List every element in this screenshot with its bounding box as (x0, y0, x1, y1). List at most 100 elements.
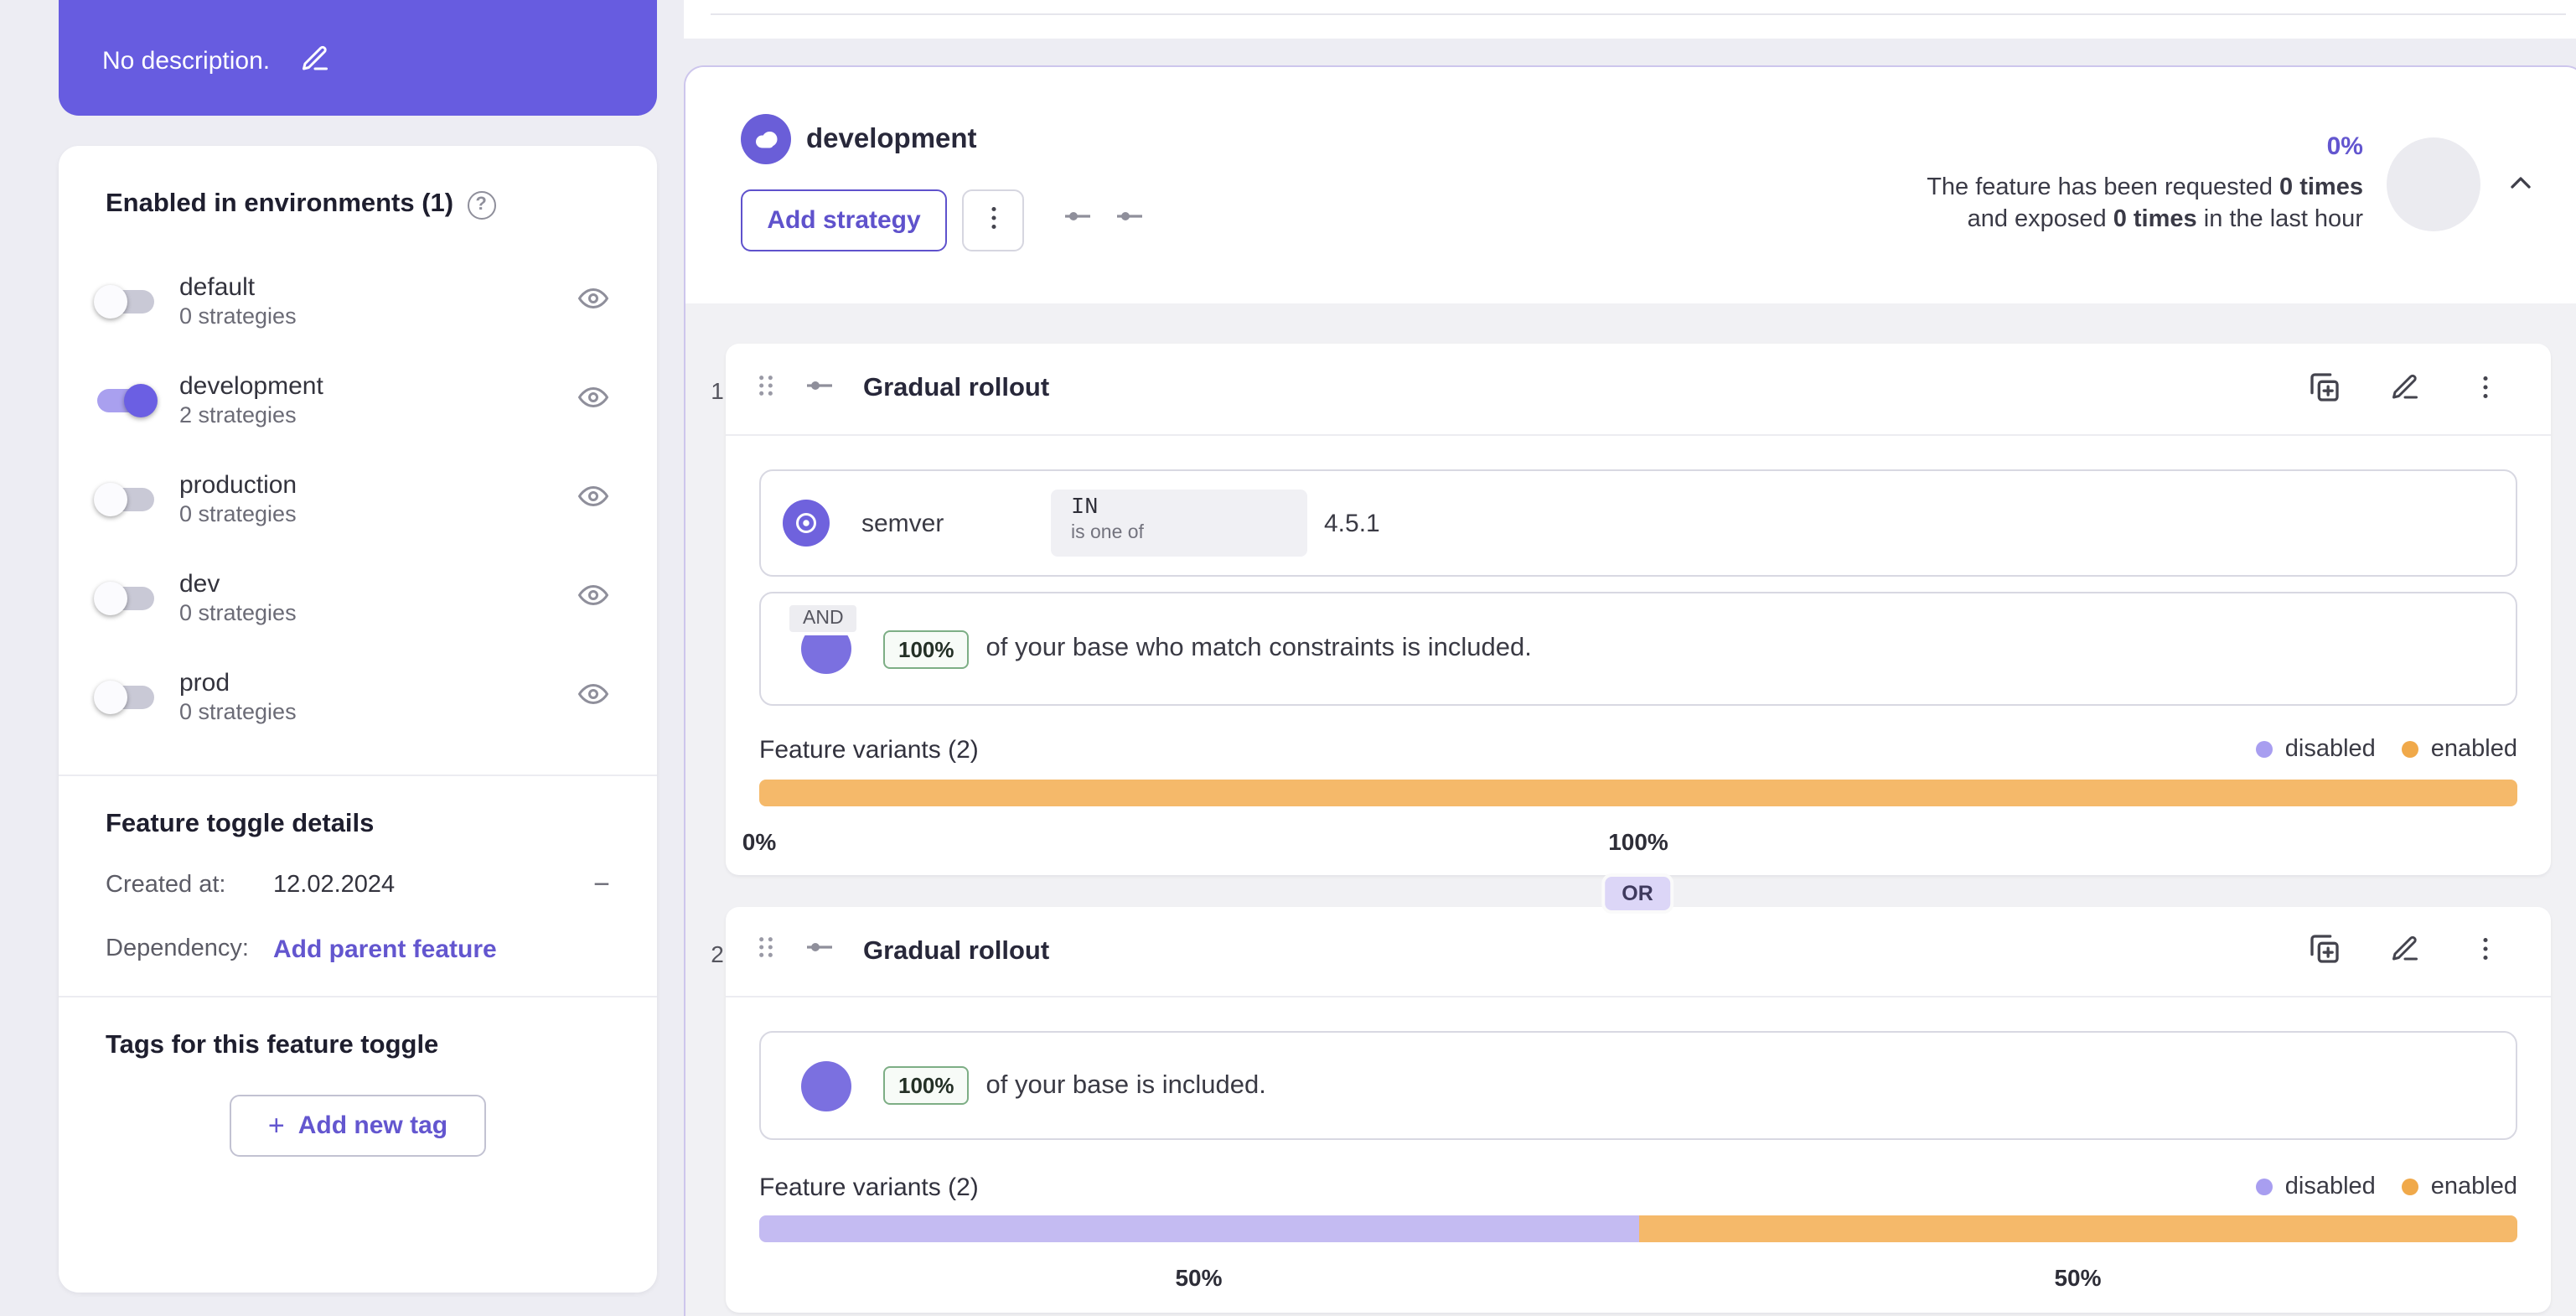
rollout-row: 100% of your base who match constraints … (759, 592, 2517, 706)
environment-header: development Add strategy 0% The feature … (685, 67, 2576, 303)
strategy-title: Gradual rollout (863, 936, 1050, 965)
pencil-icon (2390, 934, 2420, 969)
eye-icon (577, 679, 609, 714)
drag-handle-icon[interactable] (753, 370, 779, 408)
previous-section-bottom (684, 0, 2576, 39)
environment-toggle[interactable] (97, 383, 158, 417)
legend-dot (2256, 1179, 2273, 1195)
environment-toggle[interactable] (94, 482, 154, 516)
edit-strategy-button[interactable] (2377, 360, 2434, 417)
legend-dot (2256, 741, 2273, 758)
tags-title: Tags for this feature toggle (106, 1031, 439, 1060)
environment-name: dev (179, 570, 220, 598)
constraint-operator: IN is one of (1051, 490, 1307, 557)
gradual-rollout-icon (803, 368, 836, 410)
dependency-label: Dependency: (106, 935, 249, 962)
environment-strategy-count: 2 strategies (179, 402, 297, 427)
environment-strategy-count: 0 strategies (179, 600, 297, 625)
app: No description. Enabled in environments … (0, 0, 2576, 1316)
pencil-icon (300, 44, 330, 79)
variant-segment (759, 780, 2517, 806)
metrics-percent: 0% (2326, 132, 2363, 161)
variant-percent-label: 50% (1175, 1264, 1223, 1291)
environment-name: prod (179, 669, 230, 697)
copy-strategy-button[interactable] (2296, 923, 2353, 980)
strategy-more-actions-button[interactable] (2457, 923, 2514, 980)
variant-segment (1638, 1215, 2517, 1242)
kebab-icon (978, 203, 1008, 238)
feature-variants-label: Feature variants (2) (759, 1173, 979, 1201)
rollout-description: of your base is included. (985, 1070, 1266, 1099)
rollout-percentage-badge: 100% (883, 630, 970, 668)
plus-icon: + (267, 1109, 285, 1141)
feature-description-text: No description. (102, 47, 271, 75)
feature-details-title: Feature toggle details (106, 810, 375, 838)
edit-description-button[interactable] (300, 44, 330, 79)
preview-environment-button[interactable] (577, 382, 609, 417)
preview-environment-button[interactable] (577, 679, 609, 714)
pencil-icon (2390, 371, 2420, 407)
variant-split-bar (759, 1215, 2517, 1242)
help-icon[interactable]: ? (467, 190, 496, 219)
variant-segment (759, 1215, 1638, 1242)
environment-row-production: production 0 strategies (59, 449, 657, 548)
environment-name: development (179, 372, 323, 401)
environment-name: default (179, 273, 256, 302)
constraint-context-field: semver (861, 509, 944, 537)
add-new-tag-button[interactable]: + Add new tag (230, 1095, 486, 1157)
feature-description-card: No description. (59, 0, 657, 116)
strategy-mini-icon (1061, 199, 1094, 241)
copy-plus-icon (2308, 370, 2341, 408)
copy-strategy-button[interactable] (2296, 360, 2353, 417)
environment-name: production (179, 471, 297, 500)
rollout-row: 100% of your base is included. (759, 1031, 2517, 1140)
metrics-exposed-line: and exposed 0 times in the last hour (1967, 206, 2363, 233)
strategy-title: Gradual rollout (863, 374, 1050, 402)
constraint-row: semver IN is one of 4.5.1 (759, 469, 2517, 577)
or-chip: OR (1601, 873, 1673, 914)
environment-list: default 0 strategies development 2 strat… (59, 230, 657, 746)
variant-percent-label: 0% (742, 828, 777, 855)
strategy-card: Gradual rollout 100% of your base is inc… (726, 907, 2551, 1313)
environment-row-dev: dev 0 strategies (59, 548, 657, 647)
eye-icon (577, 481, 609, 516)
metrics-donut-chart (2387, 137, 2480, 231)
edit-strategy-button[interactable] (2377, 923, 2434, 980)
variant-split-bar (759, 780, 2517, 806)
environment-toggle[interactable] (94, 284, 154, 318)
environment-header-name: development (806, 123, 977, 153)
eye-icon (577, 283, 609, 319)
environment-toggle[interactable] (94, 581, 154, 614)
variant-percent-label: 100% (1608, 828, 1668, 855)
constraint-icon (783, 500, 830, 547)
environment-more-actions-button[interactable] (962, 189, 1024, 251)
preview-environment-button[interactable] (577, 481, 609, 516)
kebab-icon (2470, 934, 2501, 969)
environment-row-default: default 0 strategies (59, 251, 657, 350)
legend-enabled: enabled (2402, 1174, 2517, 1200)
drag-handle-icon[interactable] (753, 932, 779, 971)
environment-strategy-count: 0 strategies (179, 501, 297, 526)
metrics-summary: 0% The feature has been requested 0 time… (1927, 91, 2537, 278)
legend-disabled: disabled (2256, 736, 2376, 763)
preview-environment-button[interactable] (577, 283, 609, 319)
strategy-more-actions-button[interactable] (2457, 360, 2514, 417)
add-parent-feature-link[interactable]: Add parent feature (273, 935, 497, 963)
strategy-mini-icon (1113, 199, 1146, 241)
environment-row-development: development 2 strategies (59, 350, 657, 449)
eye-icon (577, 382, 609, 417)
collapse-environment-button[interactable] (2504, 165, 2537, 204)
cloud-environment-icon (741, 114, 791, 164)
preview-environment-button[interactable] (577, 580, 609, 615)
environment-strategy-count: 0 strategies (179, 303, 297, 329)
environment-toggle[interactable] (94, 680, 154, 713)
environments-title: Enabled in environments (1) (106, 189, 454, 218)
legend-dot (2402, 1179, 2419, 1195)
gradual-rollout-icon (803, 930, 836, 972)
copy-plus-icon (2308, 932, 2341, 971)
divider (711, 13, 2566, 15)
add-strategy-button[interactable]: Add strategy (741, 189, 947, 251)
collapse-details-button[interactable]: − (593, 868, 610, 902)
strategy-card: Gradual rollout semver IN is one of 4.5.… (726, 344, 2551, 875)
add-new-tag-label: Add new tag (297, 1111, 448, 1140)
